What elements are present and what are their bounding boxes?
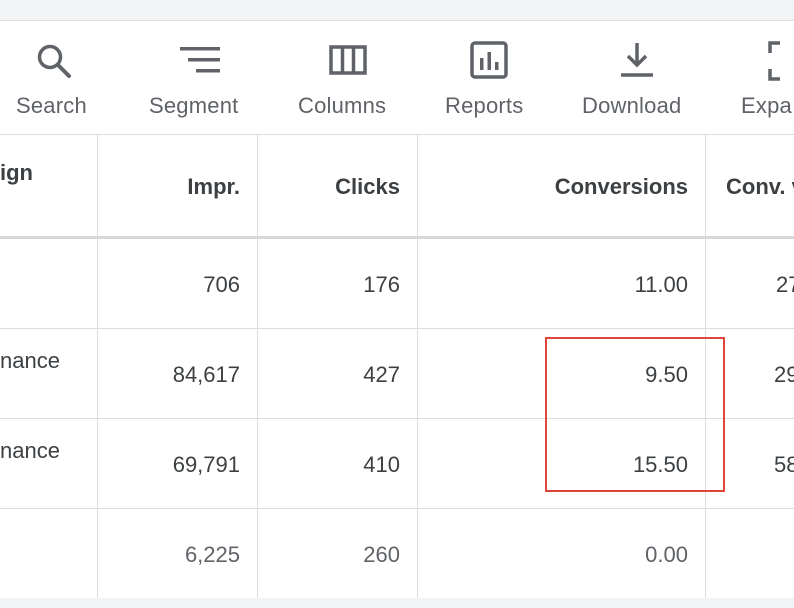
table-toolbar: Search Segment Columns Reports Download … (0, 21, 794, 135)
reports-label: Reports (445, 93, 524, 118)
segment-button[interactable]: Segment (135, 21, 265, 134)
segment-label: Segment (149, 93, 239, 118)
bottom-band (0, 598, 794, 608)
expand-label: Expa (741, 93, 792, 118)
row-3-impr: 69,791 (172, 452, 240, 477)
column-divider (417, 135, 418, 608)
header-divider (0, 236, 794, 239)
search-icon (37, 44, 71, 78)
row-1-conversions: 11.00 (634, 272, 688, 297)
row-4-clicks: 260 (363, 542, 400, 567)
column-divider (257, 135, 258, 608)
row-1-impr: 706 (203, 272, 240, 297)
row-3-conv-value: 58 (774, 452, 794, 477)
row-4-conversions: 0.00 (645, 542, 688, 567)
header-conv-value[interactable]: Conv. v (726, 174, 794, 200)
row-4-impr: 6,225 (184, 542, 240, 567)
row-1-conv-value: 27 (776, 272, 794, 297)
segment-icon (180, 47, 220, 73)
header-campaign[interactable]: ign (0, 160, 33, 186)
reports-button[interactable]: Reports (430, 21, 560, 134)
columns-icon (329, 45, 367, 75)
download-button[interactable]: Download (575, 21, 705, 134)
conversions-highlight-box (545, 337, 725, 492)
row-3-clicks: 410 (363, 452, 400, 477)
columns-button[interactable]: Columns (283, 21, 413, 134)
row-2-campaign[interactable]: nance (0, 348, 60, 374)
row-2-impr: 84,617 (172, 362, 240, 387)
expand-button[interactable]: Expa (730, 21, 794, 134)
row-2-clicks: 427 (363, 362, 400, 387)
header-clicks[interactable]: Clicks (260, 174, 400, 200)
row-3-campaign[interactable]: nance (0, 438, 60, 464)
row-divider (0, 328, 794, 329)
header-impr[interactable]: Impr. (100, 174, 240, 200)
top-band (0, 0, 794, 21)
download-label: Download (582, 93, 682, 118)
row-2-conv-value: 29 (774, 362, 794, 387)
row-1-clicks: 176 (363, 272, 400, 297)
row-divider (0, 508, 794, 509)
search-button[interactable]: Search (0, 21, 110, 134)
search-label: Search (16, 93, 87, 118)
header-conversions[interactable]: Conversions (420, 174, 688, 200)
download-icon (621, 43, 653, 77)
reports-icon (470, 41, 508, 79)
column-divider (97, 135, 98, 608)
expand-icon (768, 41, 780, 81)
columns-label: Columns (298, 93, 387, 118)
